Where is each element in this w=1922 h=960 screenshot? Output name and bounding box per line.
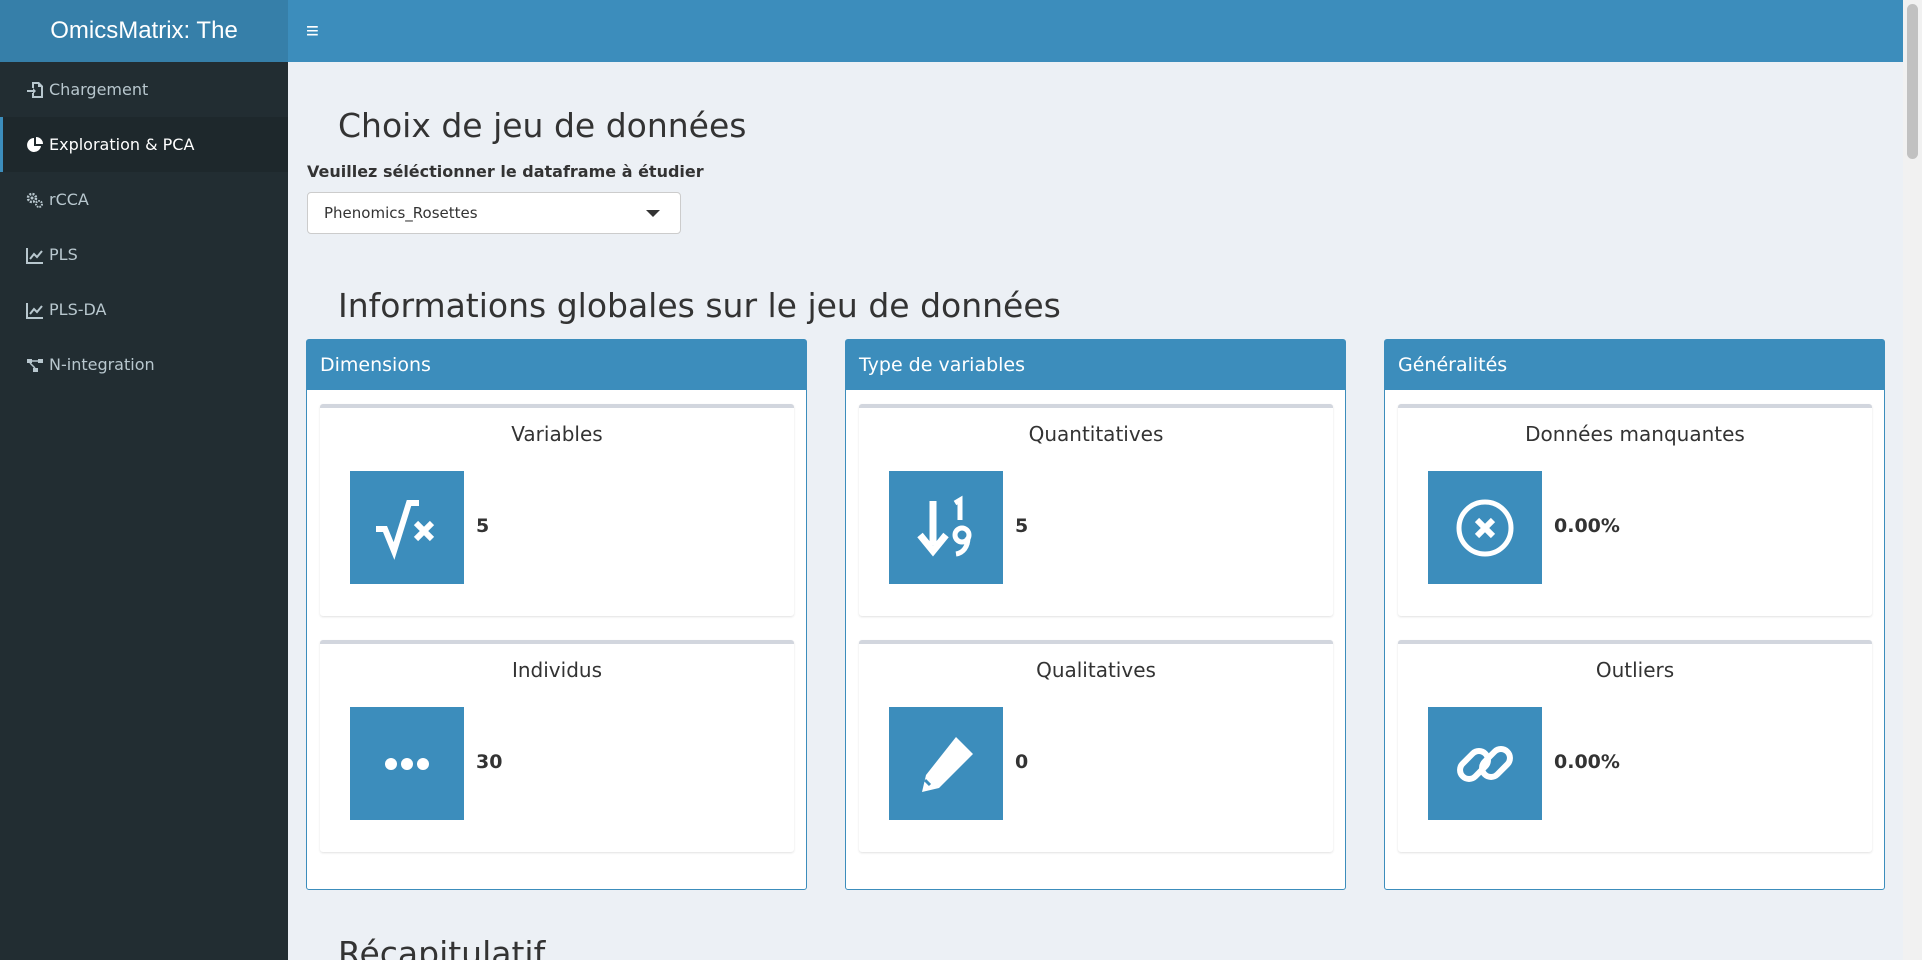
sidebar: Chargement Exploration & PCA rCCA PLS PL… bbox=[0, 62, 288, 960]
generalities-box: Généralités Données manquantes 0.00% Out… bbox=[1384, 339, 1885, 890]
info-card-value: 0 bbox=[1015, 751, 1029, 773]
sidebar-item-chargement[interactable]: Chargement bbox=[0, 62, 288, 117]
link-icon bbox=[1428, 707, 1542, 820]
top-navbar: ≡ bbox=[288, 0, 1903, 62]
info-card-outliers: Outliers 0.00% bbox=[1398, 640, 1872, 852]
times-circle-icon bbox=[1428, 471, 1542, 584]
scrollbar-thumb[interactable] bbox=[1907, 4, 1918, 159]
info-card-quantitatives: Quantitatives 5 bbox=[859, 404, 1333, 616]
pen-icon bbox=[889, 707, 1003, 820]
chevron-down-icon bbox=[646, 210, 660, 217]
file-import-icon bbox=[25, 81, 45, 99]
section-title-dataset-choice: Choix de jeu de données bbox=[338, 106, 747, 145]
sidebar-item-label: rCCA bbox=[49, 190, 89, 209]
sidebar-item-label: Exploration & PCA bbox=[49, 135, 195, 154]
info-card-title: Individus bbox=[511, 658, 602, 682]
info-card-individus: Individus 30 bbox=[320, 640, 794, 852]
sidebar-item-label: Chargement bbox=[49, 80, 149, 99]
info-card-value: 0.00% bbox=[1554, 515, 1620, 537]
box-title: Type de variables bbox=[846, 340, 1345, 390]
gears-icon bbox=[25, 191, 45, 209]
dimensions-box: Dimensions Variables 5 Individus 30 bbox=[306, 339, 807, 890]
info-card-title: Qualitatives bbox=[1036, 658, 1156, 682]
sidebar-item-pls-da[interactable]: PLS-DA bbox=[0, 282, 288, 337]
section-title-summary: Récapitulatif bbox=[338, 934, 546, 960]
info-card-value: 0.00% bbox=[1554, 751, 1620, 773]
sidebar-toggle-button[interactable]: ≡ bbox=[306, 16, 319, 46]
app-logo[interactable]: OmicsMatrix: The bbox=[0, 0, 288, 62]
ellipsis-icon bbox=[350, 707, 464, 820]
select-label: Veuillez séléctionner le dataframe à étu… bbox=[307, 162, 704, 181]
select-value: Phenomics_Rosettes bbox=[324, 204, 478, 222]
sidebar-item-n-integration[interactable]: N-integration bbox=[0, 337, 288, 392]
page-scrollbar[interactable] bbox=[1903, 0, 1922, 960]
pie-chart-icon bbox=[25, 136, 45, 154]
info-card-title: Variables bbox=[511, 422, 603, 446]
info-card-missing-data: Données manquantes 0.00% bbox=[1398, 404, 1872, 616]
box-title: Généralités bbox=[1385, 340, 1884, 390]
info-card-value: 5 bbox=[1015, 515, 1029, 537]
info-card-title: Données manquantes bbox=[1525, 422, 1745, 446]
section-title-global-info: Informations globales sur le jeu de donn… bbox=[338, 286, 1061, 325]
sidebar-item-label: PLS bbox=[49, 245, 78, 264]
sidebar-item-label: N-integration bbox=[49, 355, 155, 374]
info-card-title: Quantitatives bbox=[1028, 422, 1164, 446]
sidebar-item-pls[interactable]: PLS bbox=[0, 227, 288, 282]
variable-types-box: Type de variables Quantitatives 5 Qualit… bbox=[845, 339, 1346, 890]
dataframe-select[interactable]: Phenomics_Rosettes bbox=[307, 192, 681, 234]
project-diagram-icon bbox=[25, 356, 45, 374]
sidebar-item-exploration-pca[interactable]: Exploration & PCA bbox=[0, 117, 288, 172]
sidebar-item-label: PLS-DA bbox=[49, 300, 107, 319]
main-content: Choix de jeu de données Veuillez sélécti… bbox=[288, 62, 1903, 960]
line-chart-icon bbox=[25, 246, 45, 264]
info-card-qualitatives: Qualitatives 0 bbox=[859, 640, 1333, 852]
square-root-icon bbox=[350, 471, 464, 584]
info-card-title: Outliers bbox=[1595, 658, 1675, 682]
info-card-value: 30 bbox=[476, 751, 503, 773]
info-card-variables: Variables 5 bbox=[320, 404, 794, 616]
line-chart-icon bbox=[25, 301, 45, 319]
sort-numeric-down-icon bbox=[889, 471, 1003, 584]
info-card-value: 5 bbox=[476, 515, 490, 537]
box-title: Dimensions bbox=[307, 340, 806, 390]
sidebar-item-rcca[interactable]: rCCA bbox=[0, 172, 288, 227]
